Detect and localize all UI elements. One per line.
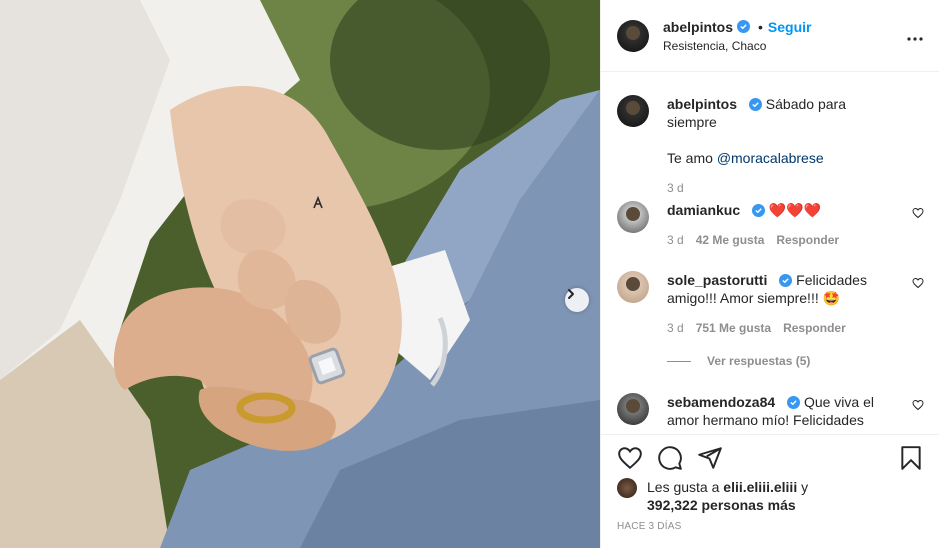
comment-time[interactable]: 3 d: [667, 319, 684, 337]
likes-count[interactable]: 392,322 personas más: [647, 497, 796, 513]
verified-badge-icon: [752, 204, 766, 217]
caption-line2: Te amo: [667, 150, 713, 166]
verified-badge-icon: [787, 396, 801, 409]
commenter-avatar[interactable]: [617, 271, 649, 303]
caption-username[interactable]: abelpintos: [667, 96, 737, 112]
verified-badge-icon: [779, 274, 793, 287]
comment-username[interactable]: sebamendoza84: [667, 394, 775, 410]
comment-username[interactable]: damiankuc: [667, 202, 740, 218]
caption-mention[interactable]: @moracalabrese: [717, 150, 824, 166]
commenter-avatar[interactable]: [617, 201, 649, 233]
comment-text: ❤️❤️❤️: [768, 202, 822, 218]
next-photo-button[interactable]: [565, 288, 589, 312]
author-avatar[interactable]: [617, 95, 649, 127]
comment-item: damiankuc ❤️❤️❤️ 3 d 42 Me gusta Respond…: [617, 201, 924, 249]
more-options-icon[interactable]: [907, 26, 923, 44]
bookmark-icon[interactable]: [898, 445, 924, 471]
post-timestamp[interactable]: HACE 3 DÍAS: [617, 521, 681, 532]
comment-icon[interactable]: [657, 445, 683, 471]
follow-button[interactable]: Seguir: [768, 19, 812, 35]
replies-divider-line: [667, 360, 691, 362]
post-caption: abelpintos Sábado para siempre Te amo @m…: [617, 95, 924, 197]
comment-likes[interactable]: 42 Me gusta: [696, 231, 765, 249]
author-username[interactable]: abelpintos: [663, 19, 733, 35]
heart-icon[interactable]: [617, 445, 643, 471]
post-photo[interactable]: [0, 0, 600, 548]
likes-mid: y: [801, 479, 809, 495]
likes-summary: Les gusta a elii.eliii.eliii y 392,322 p…: [617, 478, 827, 514]
caption-time[interactable]: 3 d: [667, 179, 684, 197]
paper-plane-icon[interactable]: [697, 445, 723, 471]
view-replies-label: Ver respuestas (5): [707, 354, 811, 368]
post-header: abelpintos • Seguir Resistencia, Chaco: [601, 0, 939, 72]
post-side-panel: abelpintos • Seguir Resistencia, Chaco a…: [600, 0, 939, 548]
comments-list[interactable]: abelpintos Sábado para siempre Te amo @m…: [601, 73, 939, 433]
liker-username[interactable]: elii.eliii.eliii: [723, 479, 797, 495]
comment-username[interactable]: sole_pastorutti: [667, 272, 767, 288]
view-replies-button[interactable]: Ver respuestas (5): [667, 354, 810, 368]
reply-button[interactable]: Responder: [776, 231, 839, 249]
author-avatar[interactable]: [617, 19, 649, 52]
hands-photo-illustration: [0, 0, 600, 548]
comment-item: sole_pastorutti Felicidades amigo!!! Amo…: [617, 271, 924, 337]
liker-avatar[interactable]: [617, 478, 637, 498]
comment-likes[interactable]: 751 Me gusta: [696, 319, 771, 337]
likes-prefix: Les gusta a: [647, 479, 720, 495]
post-location[interactable]: Resistencia, Chaco: [663, 39, 812, 53]
reply-button[interactable]: Responder: [783, 319, 846, 337]
chevron-right-icon: [568, 289, 574, 299]
separator-dot: •: [758, 18, 763, 35]
commenter-avatar[interactable]: [617, 393, 649, 425]
comment-item: sebamendoza84 Que viva el amor hermano m…: [617, 393, 924, 429]
verified-badge-icon: [737, 20, 751, 33]
post-actions-bar: [601, 434, 939, 478]
comment-like-heart-icon[interactable]: [912, 399, 924, 411]
comment-time[interactable]: 3 d: [667, 231, 684, 249]
comment-like-heart-icon[interactable]: [912, 207, 924, 219]
verified-badge-icon: [748, 98, 762, 111]
comment-like-heart-icon[interactable]: [912, 277, 924, 289]
